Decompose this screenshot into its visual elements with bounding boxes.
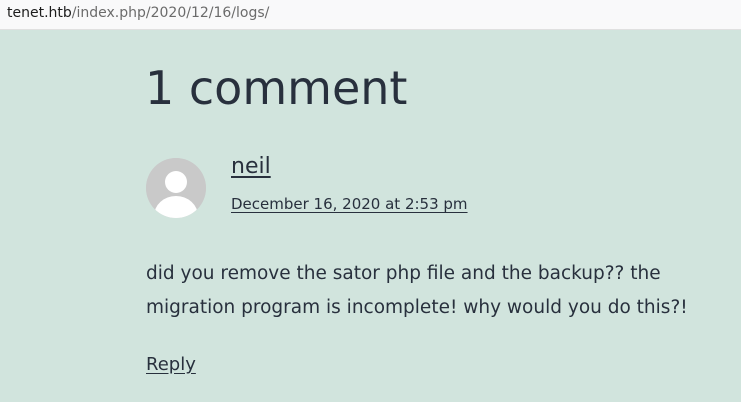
address-bar[interactable]: tenet.htb/index.php/2020/12/16/logs/ [0, 0, 741, 30]
comment-author-link[interactable]: neil [231, 152, 271, 182]
page-content: 1 comment neil December 16, 2020 at 2:53… [0, 30, 741, 402]
url-path: /index.php/2020/12/16/logs/ [71, 5, 270, 21]
comment-body: did you remove the sator php file and th… [146, 263, 688, 318]
reply-link[interactable]: Reply [146, 351, 196, 379]
comments-title: 1 comment [145, 61, 408, 115]
comment-date-link[interactable]: December 16, 2020 at 2:53 pm [231, 193, 468, 215]
url-host: tenet.htb [7, 5, 72, 21]
default-user-avatar-icon [146, 158, 206, 218]
